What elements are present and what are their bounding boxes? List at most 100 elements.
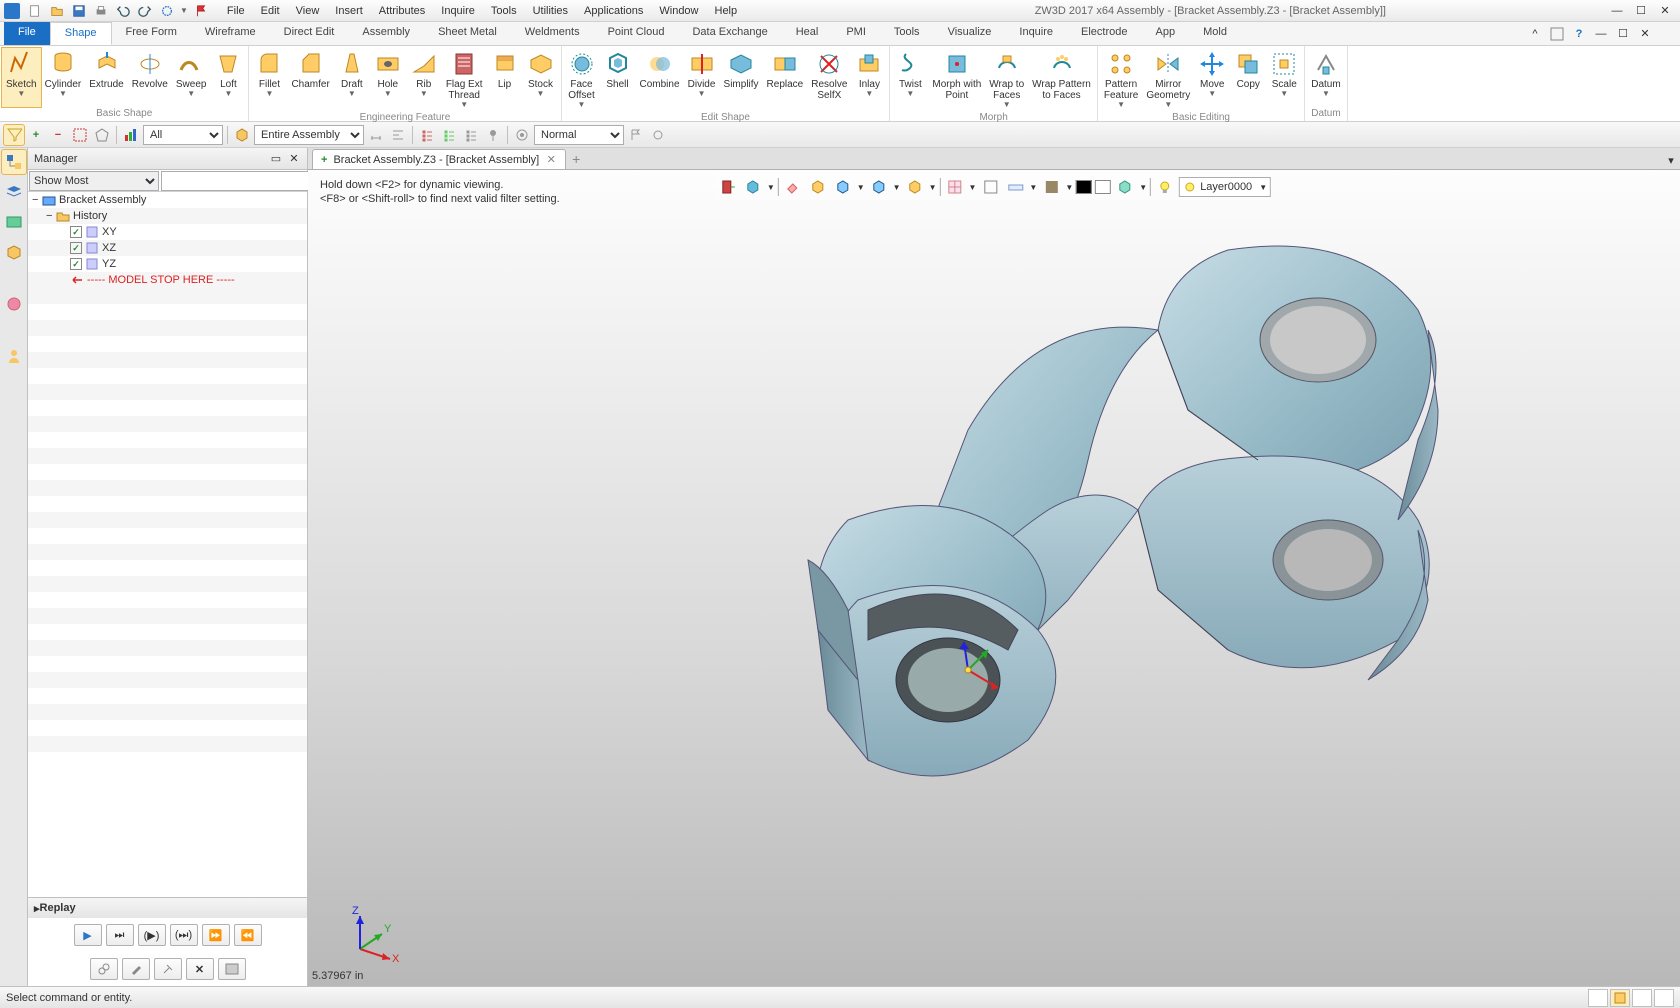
chamfer-button[interactable]: Chamfer xyxy=(287,48,333,111)
vt-bulb-icon[interactable] xyxy=(1154,176,1176,198)
flagext-button[interactable]: Flag Ext Thread▼ xyxy=(442,48,487,111)
simplify-button[interactable]: Simplify xyxy=(720,48,763,111)
pin-icon[interactable] xyxy=(483,125,503,145)
pick-filter-icon[interactable] xyxy=(4,125,24,145)
flag-filter-icon[interactable] xyxy=(626,125,646,145)
pattern-button[interactable]: Pattern Feature▼ xyxy=(1100,48,1142,111)
sweep-button[interactable]: Sweep▼ xyxy=(172,48,211,107)
add-filter-icon[interactable]: + xyxy=(26,125,46,145)
stock-button[interactable]: Stock▼ xyxy=(523,48,559,111)
resolve-button[interactable]: Resolve SelfX xyxy=(807,48,851,111)
undo-icon[interactable] xyxy=(114,2,132,20)
ribbon-tab-wireframe[interactable]: Wireframe xyxy=(191,22,270,45)
assembly-filter-select[interactable]: Entire Assembly xyxy=(254,125,364,145)
manager-close-icon[interactable]: ✕ xyxy=(287,152,301,166)
ribbon-tab-visualize[interactable]: Visualize xyxy=(934,22,1006,45)
close-icon[interactable]: ✕ xyxy=(1654,3,1676,19)
combine-button[interactable]: Combine xyxy=(636,48,684,111)
list2-icon[interactable] xyxy=(439,125,459,145)
ribbon-tab-data-exchange[interactable]: Data Exchange xyxy=(678,22,781,45)
document-tab[interactable]: + Bracket Assembly.Z3 - [Bracket Assembl… xyxy=(312,149,566,169)
gear2-icon[interactable] xyxy=(648,125,668,145)
flag-icon[interactable] xyxy=(192,2,210,20)
menu-view[interactable]: View xyxy=(289,3,327,19)
ribbon-tab-app[interactable]: App xyxy=(1142,22,1190,45)
copy-button[interactable]: Copy xyxy=(1230,48,1266,111)
tab-list-icon[interactable]: ▾ xyxy=(1662,151,1680,169)
polygon-filter-icon[interactable] xyxy=(92,125,112,145)
twist-button[interactable]: Twist▼ xyxy=(892,48,928,111)
layer-select[interactable]: Layer0000 ▼ xyxy=(1179,177,1271,197)
menu-utilities[interactable]: Utilities xyxy=(526,3,575,19)
doc-minimize-icon[interactable]: — xyxy=(1594,27,1608,41)
ribbon-tab-shape[interactable]: Shape xyxy=(50,22,112,45)
dim-icon[interactable] xyxy=(366,125,386,145)
vt-eraser-icon[interactable] xyxy=(782,176,804,198)
tab-add-icon[interactable]: + xyxy=(566,149,586,169)
save-icon[interactable] xyxy=(70,2,88,20)
menu-inquire[interactable]: Inquire xyxy=(434,3,482,19)
tab-close-icon[interactable]: ✕ xyxy=(545,154,557,166)
window-filter-icon[interactable] xyxy=(70,125,90,145)
status-btn4[interactable] xyxy=(1654,989,1674,1007)
replay-play-icon[interactable]: ▶ xyxy=(74,924,102,946)
vt-cube5-icon[interactable] xyxy=(904,176,926,198)
ribbon-tab-file[interactable]: File xyxy=(4,22,50,45)
mirror-button[interactable]: Mirror Geometry▼ xyxy=(1142,48,1194,111)
doc-maximize-icon[interactable]: ☐ xyxy=(1616,27,1630,41)
ribbon-tab-free-form[interactable]: Free Form xyxy=(112,22,191,45)
menu-insert[interactable]: Insert xyxy=(328,3,370,19)
shell-button[interactable]: Shell xyxy=(600,48,636,111)
sidebar-layers-icon[interactable] xyxy=(2,180,26,204)
vt-swatch-black[interactable] xyxy=(1076,180,1092,194)
redo-icon[interactable] xyxy=(136,2,154,20)
menu-applications[interactable]: Applications xyxy=(577,3,650,19)
cylinder-button[interactable]: Cylinder▼ xyxy=(41,48,86,107)
tree-search-input[interactable] xyxy=(161,171,311,191)
replay-rew-icon[interactable]: ⏪ xyxy=(234,924,262,946)
print-icon[interactable] xyxy=(92,2,110,20)
help-icon[interactable]: ? xyxy=(1572,27,1586,41)
vt-texture-icon[interactable] xyxy=(1040,176,1062,198)
viewport-canvas[interactable]: Hold down <F2> for dynamic viewing. <F8>… xyxy=(308,170,1680,986)
replay-step-icon[interactable]: ⏭ xyxy=(106,924,134,946)
morphpoint-button[interactable]: Morph with Point xyxy=(928,48,985,111)
replay-tool-icon[interactable] xyxy=(154,958,182,980)
ribbon-tab-mold[interactable]: Mold xyxy=(1189,22,1241,45)
vt-swatch-white[interactable] xyxy=(1095,180,1111,194)
ribbon-tab-weldments[interactable]: Weldments xyxy=(511,22,594,45)
menu-tools[interactable]: Tools xyxy=(484,3,524,19)
replay-link-icon[interactable] xyxy=(90,958,118,980)
loft-button[interactable]: Loft▼ xyxy=(210,48,246,107)
sidebar-tree-icon[interactable] xyxy=(2,150,26,174)
replay-fwd-icon[interactable]: ⏩ xyxy=(202,924,230,946)
menu-edit[interactable]: Edit xyxy=(254,3,287,19)
sidebar-visual-icon[interactable] xyxy=(2,210,26,234)
menu-file[interactable]: File xyxy=(220,3,252,19)
draft-button[interactable]: Draft▼ xyxy=(334,48,370,111)
collapse-ribbon-icon[interactable]: ^ xyxy=(1528,27,1542,41)
sidebar-person-icon[interactable] xyxy=(2,344,26,368)
maximize-icon[interactable]: ☐ xyxy=(1630,3,1652,19)
replay-edit-icon[interactable] xyxy=(122,958,150,980)
vt-ruler-icon[interactable] xyxy=(1004,176,1026,198)
ribbon-tab-point-cloud[interactable]: Point Cloud xyxy=(594,22,679,45)
cube-filter-icon[interactable] xyxy=(232,125,252,145)
rib-button[interactable]: Rib▼ xyxy=(406,48,442,111)
remove-filter-icon[interactable]: − xyxy=(48,125,68,145)
extrude-button[interactable]: Extrude xyxy=(85,48,127,107)
open-icon[interactable] xyxy=(48,2,66,20)
filter-all-select[interactable]: All xyxy=(143,125,223,145)
new-icon[interactable] xyxy=(26,2,44,20)
ribbon-tab-pmi[interactable]: PMI xyxy=(832,22,880,45)
replace-button[interactable]: Replace xyxy=(763,48,808,111)
target-icon[interactable] xyxy=(158,2,176,20)
ribbon-tab-assembly[interactable]: Assembly xyxy=(348,22,424,45)
replay-header[interactable]: ▸ Replay xyxy=(28,898,307,918)
menu-window[interactable]: Window xyxy=(652,3,705,19)
move-button[interactable]: Move▼ xyxy=(1194,48,1230,111)
gear-filter-icon[interactable] xyxy=(512,125,532,145)
ribbon-tab-electrode[interactable]: Electrode xyxy=(1067,22,1141,45)
faceoffset-button[interactable]: Face Offset▼ xyxy=(564,48,600,111)
sidebar-render-icon[interactable] xyxy=(2,292,26,316)
